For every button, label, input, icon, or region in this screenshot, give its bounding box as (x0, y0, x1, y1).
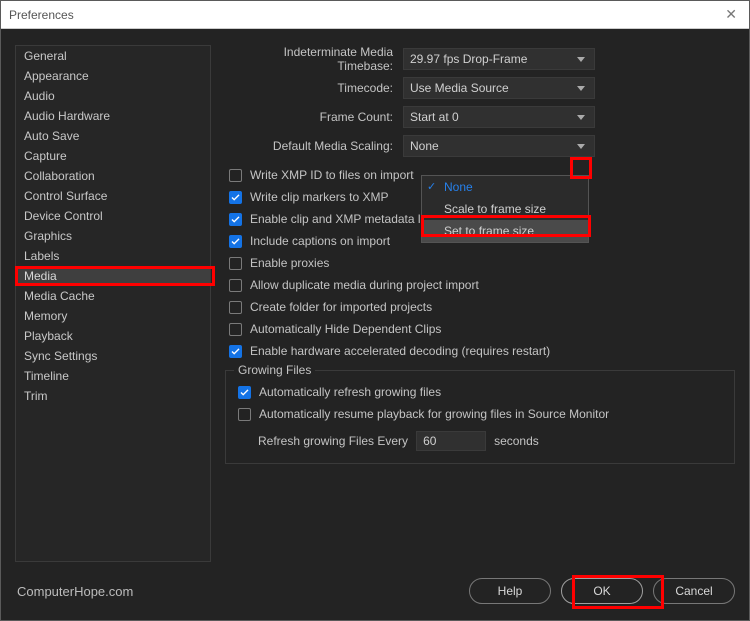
dropdown-option-label: None (444, 180, 473, 194)
sidebar-item-sync-settings[interactable]: Sync Settings (16, 346, 210, 366)
checkbox-icon (238, 386, 251, 399)
checkbox-row[interactable]: Create folder for imported projects (225, 296, 735, 318)
checkbox-icon (229, 213, 242, 226)
sidebar-item-audio[interactable]: Audio (16, 86, 210, 106)
close-icon[interactable]: ✕ (721, 6, 741, 23)
checkbox-icon (229, 191, 242, 204)
scaling-dropdown-popup: ✓ None Scale to frame size Set to frame siz… (421, 175, 589, 243)
check-icon: ✓ (427, 180, 436, 193)
sidebar-item-audio-hardware[interactable]: Audio Hardware (16, 106, 210, 126)
scaling-value: None (410, 139, 439, 153)
sidebar-item-timeline[interactable]: Timeline (16, 366, 210, 386)
framecount-value: Start at 0 (410, 110, 459, 124)
sidebar-item-memory[interactable]: Memory (16, 306, 210, 326)
checkbox-label: Include captions on import (250, 234, 390, 248)
sidebar-item-capture[interactable]: Capture (16, 146, 210, 166)
dialog-footer: ComputerHope.com Help OK Cancel (1, 572, 749, 620)
checkbox-icon (229, 301, 242, 314)
checkbox-label: Write XMP ID to files on import (250, 168, 414, 182)
window-title: Preferences (9, 8, 74, 22)
sidebar-item-trim[interactable]: Trim (16, 386, 210, 406)
refresh-suffix: seconds (494, 434, 539, 448)
timebase-select[interactable]: 29.97 fps Drop-Frame (403, 48, 595, 70)
cancel-button[interactable]: Cancel (653, 578, 735, 604)
checkbox-label: Automatically Hide Dependent Clips (250, 322, 441, 336)
ok-button[interactable]: OK (561, 578, 643, 604)
media-settings-panel: Indeterminate Media Timebase: 29.97 fps … (225, 45, 735, 562)
watermark-text: ComputerHope.com (15, 584, 133, 599)
sidebar-item-graphics[interactable]: Graphics (16, 226, 210, 246)
checkbox-row[interactable]: Enable hardware accelerated decoding (re… (225, 340, 735, 362)
dropdown-option[interactable]: ✓ None (422, 176, 588, 198)
sidebar-item-collaboration[interactable]: Collaboration (16, 166, 210, 186)
chevron-down-icon (574, 52, 588, 66)
dropdown-option-label: Scale to frame size (444, 202, 546, 216)
checkbox-row[interactable]: Enable proxies (225, 252, 735, 274)
growing-files-group: Growing Files Automatically refresh grow… (225, 370, 735, 464)
timecode-value: Use Media Source (410, 81, 509, 95)
help-button[interactable]: Help (469, 578, 551, 604)
checkbox-label: Enable proxies (250, 256, 329, 270)
sidebar-item-device-control[interactable]: Device Control (16, 206, 210, 226)
checkbox-icon (229, 279, 242, 292)
sidebar-item-general[interactable]: General (16, 46, 210, 66)
framecount-select[interactable]: Start at 0 (403, 106, 595, 128)
sidebar-item-media[interactable]: Media (16, 266, 210, 286)
chevron-down-icon (574, 139, 588, 153)
checkbox-icon (229, 169, 242, 182)
auto-refresh-label: Automatically refresh growing files (259, 385, 441, 399)
sidebar-item-auto-save[interactable]: Auto Save (16, 126, 210, 146)
dropdown-option-label: Set to frame size (444, 224, 534, 238)
auto-refresh-row[interactable]: Automatically refresh growing files (234, 381, 726, 403)
checkbox-icon (229, 345, 242, 358)
sidebar-item-appearance[interactable]: Appearance (16, 66, 210, 86)
category-sidebar: GeneralAppearanceAudioAudio HardwareAuto… (15, 45, 211, 562)
sidebar-item-labels[interactable]: Labels (16, 246, 210, 266)
chevron-down-icon (574, 110, 588, 124)
refresh-interval-row: Refresh growing Files Every 60 seconds (234, 431, 726, 451)
timebase-value: 29.97 fps Drop-Frame (410, 52, 527, 66)
checkbox-row[interactable]: Allow duplicate media during project imp… (225, 274, 735, 296)
preferences-window: Preferences ✕ GeneralAppearanceAudioAudi… (0, 0, 750, 621)
checkbox-icon (229, 257, 242, 270)
sidebar-item-control-surface[interactable]: Control Surface (16, 186, 210, 206)
checkbox-icon (229, 235, 242, 248)
refresh-prefix: Refresh growing Files Every (258, 434, 408, 448)
checkbox-icon (229, 323, 242, 336)
dropdown-option[interactable]: Scale to frame size (422, 198, 588, 220)
timebase-label: Indeterminate Media Timebase: (225, 45, 403, 73)
checkbox-label: Write clip markers to XMP (250, 190, 388, 204)
checkbox-label: Enable hardware accelerated decoding (re… (250, 344, 550, 358)
timecode-select[interactable]: Use Media Source (403, 77, 595, 99)
titlebar: Preferences ✕ (1, 1, 749, 29)
checkbox-label: Create folder for imported projects (250, 300, 432, 314)
refresh-interval-input[interactable]: 60 (416, 431, 486, 451)
auto-resume-label: Automatically resume playback for growin… (259, 407, 609, 421)
sidebar-item-playback[interactable]: Playback (16, 326, 210, 346)
chevron-down-icon (574, 81, 588, 95)
checkbox-icon (238, 408, 251, 421)
timecode-label: Timecode: (225, 81, 403, 95)
growing-files-title: Growing Files (234, 363, 315, 377)
auto-resume-row[interactable]: Automatically resume playback for growin… (234, 403, 726, 425)
dropdown-option[interactable]: Set to frame size (422, 220, 588, 242)
scaling-select[interactable]: None (403, 135, 595, 157)
scaling-label: Default Media Scaling: (225, 139, 403, 153)
checkbox-row[interactable]: Automatically Hide Dependent Clips (225, 318, 735, 340)
checkbox-label: Allow duplicate media during project imp… (250, 278, 479, 292)
dialog-body: GeneralAppearanceAudioAudio HardwareAuto… (1, 29, 749, 572)
sidebar-item-media-cache[interactable]: Media Cache (16, 286, 210, 306)
framecount-label: Frame Count: (225, 110, 403, 124)
